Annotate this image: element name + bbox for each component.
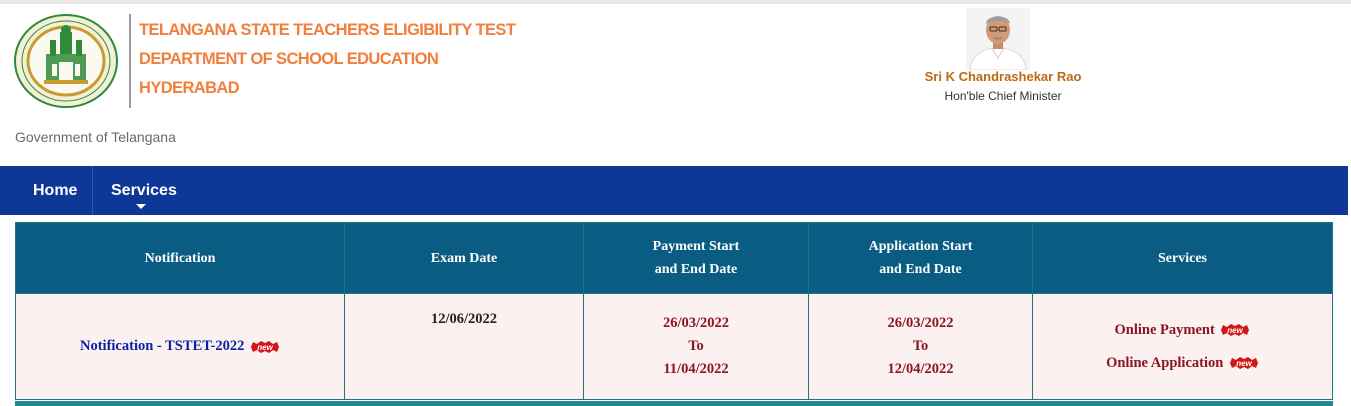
online-application-link[interactable]: Online Application [1106,355,1223,371]
online-payment-item: Online Payment new [1033,314,1332,347]
main-navbar: Home Services [0,166,1348,215]
government-label: Government of Telangana [15,129,176,145]
header-title-line-2: DEPARTMENT OF SCHOOL EDUCATION [139,50,439,68]
payment-start-date: 26/03/2022 [662,315,730,331]
online-application-item: Online Application new [1033,347,1332,380]
header-exam-date: Exam Date [344,222,584,294]
payment-end-date: 11/04/2022 [663,361,729,377]
nav-divider [92,166,93,215]
header-payment-line-2: and End Date [654,262,738,277]
cell-services: Online Payment new Online Application ne… [1032,293,1333,400]
new-badge-icon: new [250,340,279,353]
services-caret-icon[interactable] [136,204,146,209]
header-application-line-1: Application Start [868,239,973,254]
cell-notification: Notification - TSTET-2022 new [15,293,345,400]
header-title-line-3: HYDERABAD [139,79,240,97]
cell-application-dates: 26/03/2022 To 12/04/2022 [808,293,1033,400]
notification-table: Notification Exam Date Payment Start and… [15,222,1333,400]
header-divider [129,14,131,108]
online-payment-link[interactable]: Online Payment [1115,322,1215,338]
application-end-date: 12/04/2022 [887,361,954,377]
header-notification: Notification [15,222,345,294]
header-application-line-2: and End Date [879,262,962,277]
top-border [0,0,1351,4]
cell-exam-date: 12/06/2022 [344,293,584,400]
chief-minister-photo [966,8,1030,70]
telangana-emblem-icon [14,14,118,108]
header-services: Services [1032,222,1333,294]
table-row: Notification - TSTET-2022 new 12/06/2022… [15,293,1333,400]
cell-payment-dates: 26/03/2022 To 11/04/2022 [583,293,809,400]
new-badge-icon: new [1221,324,1250,337]
header-application-dates: Application Start and End Date [808,222,1033,294]
bottom-section-border [15,401,1333,406]
svg-text:new: new [1228,326,1244,335]
header-payment-line-1: Payment Start [652,239,740,254]
chief-minister-title: Hon'ble Chief Minister [944,89,1062,103]
chief-minister-name: Sri K Chandrashekar Rao [924,69,1082,84]
svg-text:new: new [1236,359,1252,368]
new-badge-icon: new [1229,357,1258,370]
application-start-date: 26/03/2022 [887,315,954,331]
header-title-line-1: TELANGANA STATE TEACHERS ELIGIBILITY TES… [139,21,516,39]
nav-home[interactable]: Home [33,166,77,215]
table-header-row: Notification Exam Date Payment Start and… [15,222,1333,294]
header-payment-dates: Payment Start and End Date [583,222,809,294]
application-to-label: To [912,338,929,354]
payment-to-label: To [688,338,704,354]
svg-text:new: new [257,343,273,352]
notification-link[interactable]: Notification - TSTET-2022 [80,338,244,354]
